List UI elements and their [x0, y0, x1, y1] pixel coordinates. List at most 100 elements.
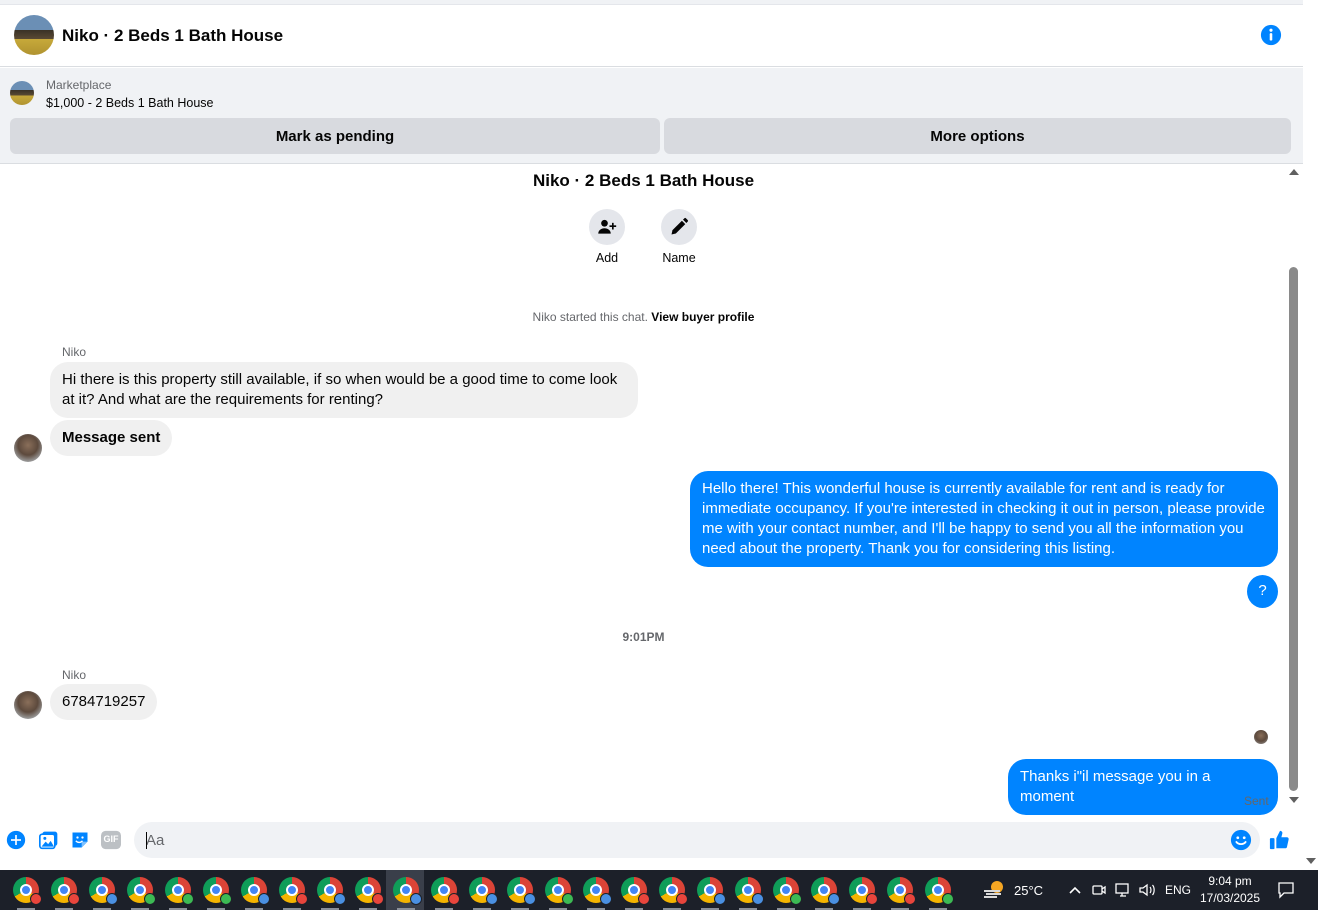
name-button[interactable] — [661, 209, 697, 245]
message-bubble-incoming[interactable]: Message sent — [50, 420, 173, 456]
profile-badge-icon — [182, 893, 194, 905]
chrome-icon — [659, 877, 688, 905]
chrome-profile-taskbar-icon[interactable] — [89, 877, 118, 905]
name-label: Name — [662, 251, 696, 265]
scrollbar-thumb[interactable] — [1289, 267, 1298, 791]
attach-image-button[interactable] — [38, 829, 60, 851]
volume-icon[interactable] — [1138, 882, 1156, 898]
profile-badge-icon — [714, 893, 726, 905]
chrome-profile-taskbar-icon[interactable] — [241, 877, 270, 905]
chrome-profile-taskbar-icon[interactable] — [355, 877, 384, 905]
profile-badge-icon — [600, 893, 612, 905]
conversation-title[interactable]: Niko · 2 Beds 1 Bath House — [62, 26, 283, 46]
chrome-profile-taskbar-icon[interactable] — [203, 877, 232, 905]
chrome-profile-taskbar-icon[interactable] — [545, 877, 574, 905]
chrome-icon — [13, 877, 42, 905]
image-icon — [39, 831, 58, 850]
temperature[interactable]: 25°C — [1014, 870, 1043, 910]
profile-badge-icon — [410, 893, 422, 905]
profile-badge-icon — [562, 893, 574, 905]
chrome-profile-taskbar-icon[interactable] — [507, 877, 536, 905]
chrome-profile-taskbar-icon[interactable] — [621, 877, 650, 905]
profile-badge-icon — [448, 893, 460, 905]
chrome-profile-taskbar-icon[interactable] — [773, 877, 802, 905]
listing-thumbnail[interactable] — [10, 81, 34, 105]
chrome-profile-taskbar-icon[interactable] — [127, 877, 156, 905]
chrome-profile-taskbar-icon[interactable] — [469, 877, 498, 905]
chrome-icon — [773, 877, 802, 905]
thread-scrollbar[interactable] — [1287, 165, 1301, 815]
profile-badge-icon — [220, 893, 232, 905]
message-bubble-incoming[interactable]: 6784719257 — [50, 684, 158, 720]
chrome-profile-taskbar-icon[interactable] — [583, 877, 612, 905]
mark-as-pending-button[interactable]: Mark as pending — [10, 118, 660, 154]
chrome-profile-taskbar-icon[interactable] — [279, 877, 308, 905]
notifications-icon[interactable] — [1277, 881, 1295, 899]
read-receipt-avatar — [1254, 730, 1268, 744]
chrome-icon — [431, 877, 460, 905]
messenger-window: Niko · 2 Beds 1 Bath House Marketplace $… — [0, 0, 1318, 910]
marketplace-label: Marketplace — [46, 78, 112, 92]
chrome-icon — [735, 877, 764, 905]
chrome-icon — [241, 877, 270, 905]
listing-avatar[interactable] — [14, 15, 54, 55]
gif-button[interactable]: GIF — [100, 829, 122, 851]
niko-avatar[interactable] — [14, 434, 42, 462]
profile-badge-icon — [790, 893, 802, 905]
chrome-profile-taskbar-icon[interactable] — [849, 877, 878, 905]
add-people-action[interactable]: Add — [577, 209, 637, 265]
profile-badge-icon — [638, 893, 650, 905]
chrome-profile-taskbar-icon[interactable] — [13, 877, 42, 905]
view-buyer-profile-link[interactable]: View buyer profile — [651, 310, 754, 324]
more-actions-button[interactable] — [5, 829, 27, 851]
chrome-profile-taskbar-icon[interactable] — [735, 877, 764, 905]
chrome-profile-taskbar-icon[interactable] — [51, 877, 80, 905]
meet-now-icon[interactable] — [1091, 882, 1107, 898]
chrome-profile-taskbar-icon[interactable] — [659, 877, 688, 905]
clock-time: 9:04 pm — [1208, 874, 1252, 888]
chrome-profile-taskbar-icon[interactable] — [887, 877, 916, 905]
sticker-button[interactable] — [69, 829, 91, 851]
page-scroll-down-arrow[interactable] — [1306, 858, 1316, 864]
sent-status: Sent — [1244, 794, 1269, 808]
scroll-up-arrow[interactable] — [1289, 169, 1299, 175]
scroll-down-arrow[interactable] — [1289, 797, 1299, 803]
message-bubble-outgoing[interactable]: Thanks i"il message you in a moment — [1008, 759, 1278, 815]
chrome-icon — [393, 877, 422, 905]
chrome-icon — [203, 877, 232, 905]
chrome-profile-taskbar-icon[interactable] — [165, 877, 194, 905]
thread-title: Niko · 2 Beds 1 Bath House — [532, 171, 755, 190]
name-chat-action[interactable]: Name — [649, 209, 709, 265]
info-icon[interactable] — [1260, 24, 1282, 46]
more-options-button[interactable]: More options — [664, 118, 1291, 154]
show-hidden-icons-chevron-icon[interactable] — [1068, 883, 1082, 897]
message-input[interactable] — [134, 822, 1260, 858]
chrome-icon — [621, 877, 650, 905]
message-bubble-incoming[interactable]: Hi there is this property still availabl… — [50, 362, 638, 418]
niko-avatar[interactable] — [14, 691, 42, 719]
input-language[interactable]: ENG — [1165, 870, 1191, 910]
pencil-icon — [671, 217, 689, 235]
chrome-profile-taskbar-icon[interactable] — [697, 877, 726, 905]
chrome-profile-taskbar-icon[interactable] — [317, 877, 346, 905]
chrome-profile-taskbar-icon[interactable] — [431, 877, 460, 905]
chrome-profile-taskbar-icon[interactable] — [925, 877, 954, 905]
network-icon[interactable] — [1114, 882, 1132, 898]
listing-summary[interactable]: $1,000 - 2 Beds 1 Bath House — [46, 96, 213, 110]
chrome-profile-taskbar-icon[interactable] — [393, 877, 422, 905]
chrome-icon — [583, 877, 612, 905]
weather-icon[interactable] — [982, 878, 1006, 902]
system-clock[interactable]: 9:04 pm 17/03/2025 — [1195, 873, 1265, 907]
chrome-icon — [849, 877, 878, 905]
send-like-button[interactable] — [1269, 829, 1291, 851]
profile-badge-icon — [334, 893, 346, 905]
chrome-icon — [507, 877, 536, 905]
message-bubble-outgoing[interactable]: ? — [1247, 575, 1278, 608]
emoji-button[interactable] — [1230, 829, 1252, 851]
like-icon — [1269, 830, 1289, 850]
profile-badge-icon — [676, 893, 688, 905]
message-bubble-outgoing[interactable]: Hello there! This wonderful house is cur… — [690, 471, 1278, 567]
clock-date: 17/03/2025 — [1199, 891, 1261, 905]
add-button[interactable] — [589, 209, 625, 245]
chrome-profile-taskbar-icon[interactable] — [811, 877, 840, 905]
